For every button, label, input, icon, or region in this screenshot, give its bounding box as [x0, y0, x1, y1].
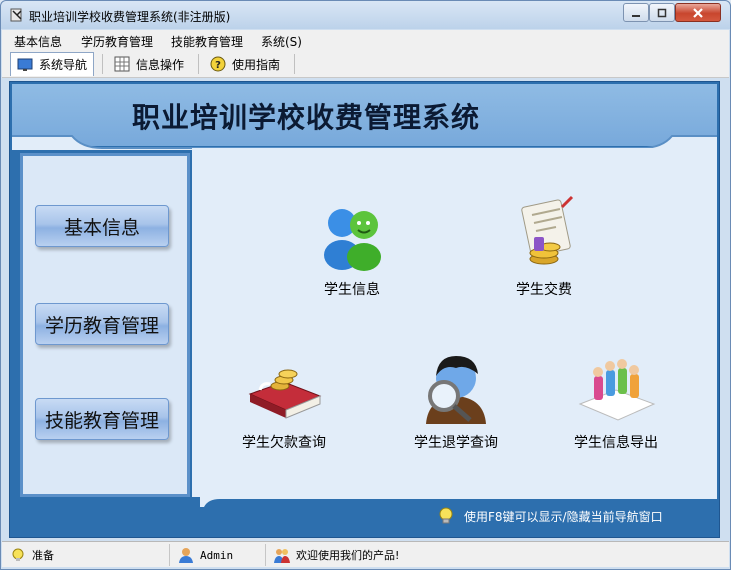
monitor-icon: [17, 58, 33, 71]
menu-system[interactable]: 系统(S): [261, 33, 302, 50]
tab-system-navigation-label: 系统导航: [39, 58, 88, 72]
tab-info-operation[interactable]: 信息操作: [108, 52, 190, 76]
title-bar[interactable]: 职业培训学校收费管理系统(非注册版): [1, 1, 730, 29]
status-user-name: Admin: [200, 548, 234, 562]
student-dropout-query-label: 学生退学查询: [414, 435, 498, 451]
maximize-button[interactable]: [649, 3, 675, 22]
menu-bar: 基本信息 学历教育管理 技能教育管理 系统(S): [2, 30, 729, 50]
tab-info-operation-label: 信息操作: [136, 57, 185, 72]
status-ready-text: 准备: [32, 549, 54, 562]
tab-user-guide-label: 使用指南: [232, 57, 281, 72]
student-payment-button[interactable]: 学生交费: [504, 193, 584, 299]
navigation-panel: 职业培训学校收费管理系统 基本信息 学历教育管理 技能教育管理 学生信息 学生交…: [9, 81, 720, 538]
toolbar-divider: [102, 54, 103, 74]
maximize-icon: [657, 8, 667, 17]
close-icon: [693, 7, 703, 18]
minimize-button[interactable]: [623, 3, 649, 22]
status-bar: 准备 Admin 欢迎使用我们的产品!: [2, 541, 729, 567]
banner-title: 职业培训学校收费管理系统: [132, 101, 481, 134]
status-ready: 准备: [2, 544, 170, 566]
nav-basic-info-button[interactable]: 基本信息: [35, 205, 169, 247]
student-payment-label: 学生交费: [516, 282, 572, 298]
lightbulb-icon: [12, 548, 24, 561]
people-icon: [274, 549, 290, 563]
student-debt-query-label: 学生欠款查询: [242, 435, 326, 451]
student-info-export-label: 学生信息导出: [574, 435, 658, 451]
menu-skill-education[interactable]: 技能教育管理: [171, 33, 243, 50]
student-info-button[interactable]: 学生信息: [312, 193, 392, 299]
student-info-export-button[interactable]: 学生信息导出: [574, 346, 658, 452]
tab-user-guide[interactable]: ? 使用指南: [204, 52, 286, 76]
search-person-icon: [426, 356, 486, 424]
help-icon: ?: [210, 56, 226, 72]
toolbar-divider: [198, 54, 199, 74]
grid-icon: [114, 56, 130, 72]
students-icon: [324, 209, 381, 271]
function-panel: 学生信息 学生交费 学生欠款查询 学生退学查询 学生信息导出: [192, 148, 717, 497]
lightbulb-icon: [439, 507, 453, 524]
minimize-icon: [632, 14, 640, 17]
close-button[interactable]: [675, 3, 721, 22]
export-people-icon: [578, 359, 656, 421]
f8-hint-text: 使用F8键可以显示/隐藏当前导航窗口: [464, 509, 663, 524]
toolbar-divider: [294, 54, 295, 74]
app-icon: [10, 8, 22, 22]
nav-skill-education-button[interactable]: 技能教育管理: [35, 398, 169, 440]
window-title: 职业培训学校收费管理系统(非注册版): [29, 10, 231, 24]
student-info-label: 学生信息: [324, 282, 380, 298]
app-window: 职业培训学校收费管理系统(非注册版) 基本信息 学历教育管理 技能教育管理 系统…: [0, 0, 731, 570]
status-user: Admin: [170, 544, 266, 566]
student-dropout-query-button[interactable]: 学生退学查询: [414, 346, 498, 452]
menu-basic-info[interactable]: 基本信息: [14, 33, 62, 50]
menu-academic-education[interactable]: 学历教育管理: [81, 33, 153, 50]
svg-text:?: ?: [215, 60, 221, 71]
banner: 职业培训学校收费管理系统: [12, 84, 717, 150]
left-nav-panel: 基本信息 学历教育管理 技能教育管理: [20, 153, 190, 497]
status-welcome: 欢迎使用我们的产品!: [266, 544, 729, 566]
f8-hint: 使用F8键可以显示/隐藏当前导航窗口: [436, 506, 663, 526]
status-welcome-text: 欢迎使用我们的产品!: [296, 549, 400, 562]
debt-book-icon: [248, 369, 322, 419]
payment-icon: [521, 195, 574, 265]
user-icon: [179, 548, 193, 563]
toolbar: 系统导航 信息操作 ? 使用指南: [2, 50, 729, 78]
tab-system-navigation[interactable]: 系统导航: [10, 52, 95, 76]
student-debt-query-button[interactable]: 学生欠款查询: [242, 346, 326, 452]
nav-academic-education-button[interactable]: 学历教育管理: [35, 303, 169, 345]
